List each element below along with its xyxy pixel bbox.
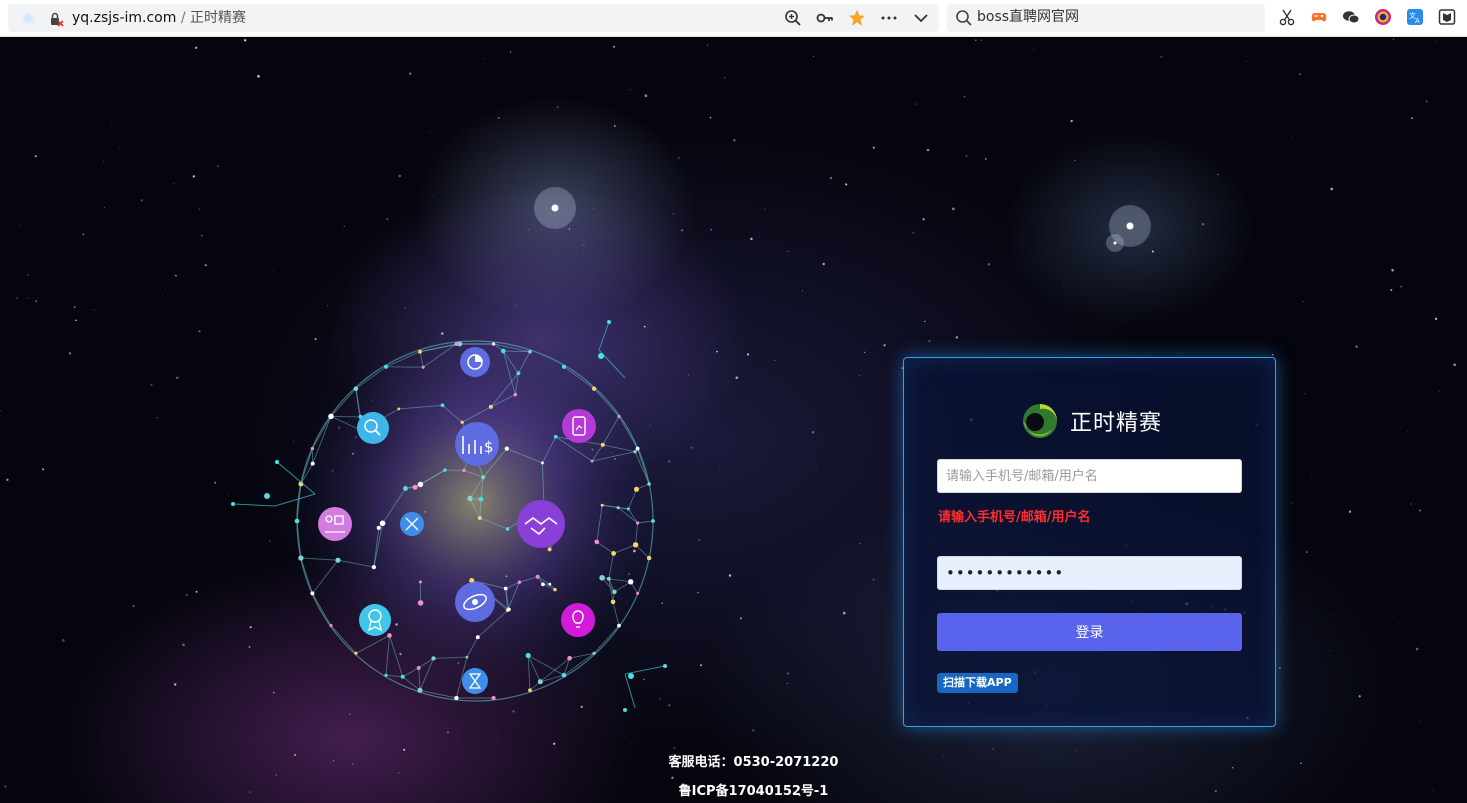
camera-icon[interactable] <box>1374 8 1392 26</box>
svg-text:A: A <box>1415 17 1420 25</box>
hourglass-icon <box>462 668 488 694</box>
mobile-analytics-icon <box>562 409 596 443</box>
game-icon[interactable] <box>1310 8 1328 26</box>
username-error: 请输入手机号/邮箱/用户名 <box>938 510 1091 525</box>
translate-icon[interactable]: 文A <box>1406 8 1424 26</box>
password-input[interactable] <box>937 556 1242 590</box>
star-icon[interactable] <box>847 8 867 28</box>
url-separator: / <box>176 10 191 26</box>
network-globe-illustration: $ <box>231 320 667 712</box>
address-bar[interactable]: yq.zsjs-im.com / 正时精赛 <box>8 4 939 32</box>
search-icon <box>956 10 972 26</box>
download-app-button[interactable]: 扫描下载APP <box>937 673 1018 693</box>
handshake-icon <box>517 500 565 548</box>
url-page-title: 正时精赛 <box>190 10 247 26</box>
globe-arrow-icon <box>455 582 495 622</box>
username-input[interactable] <box>937 459 1242 493</box>
url-domain: yq.zsjs-im.com <box>72 10 177 26</box>
login-button[interactable]: 登录 <box>937 613 1242 651</box>
scissors-icon[interactable] <box>1278 8 1296 26</box>
key-icon[interactable] <box>815 8 835 28</box>
wechat-icon[interactable] <box>1342 8 1360 26</box>
idea-bulb-icon <box>561 603 595 637</box>
brand: 正时精赛 <box>1022 402 1162 440</box>
pie-chart-icon <box>460 347 490 377</box>
svg-text:$: $ <box>484 438 494 456</box>
finance-search-icon <box>357 412 389 444</box>
insecure-lock-icon[interactable] <box>48 11 64 27</box>
revenue-chart-icon: $ <box>455 422 499 466</box>
icp-record[interactable]: 鲁ICP备17040152号-1 <box>0 780 1467 799</box>
brand-logo-icon <box>1023 404 1057 438</box>
url-text[interactable]: yq.zsjs-im.com / 正时精赛 <box>72 9 246 27</box>
browser-toolbar: yq.zsjs-im.com / 正时精赛 文A <box>0 0 1467 37</box>
award-icon <box>359 604 391 636</box>
reader-icon[interactable] <box>1438 8 1456 26</box>
site-info-icon[interactable] <box>22 12 35 25</box>
login-page: $ 正时精赛 请输入手机号/邮箱/用户名 登录 扫描下载APP 客服电话：053… <box>0 38 1467 803</box>
teamwork-icon <box>318 507 352 541</box>
more-icon[interactable] <box>879 8 899 28</box>
login-card: 正时精赛 请输入手机号/邮箱/用户名 登录 扫描下载APP <box>903 357 1276 727</box>
search-box[interactable] <box>947 4 1265 32</box>
service-phone: 客服电话：0530-2071220 <box>668 755 839 770</box>
tools-icon <box>400 512 424 536</box>
zoom-icon[interactable] <box>783 8 803 28</box>
search-input[interactable] <box>977 8 1257 24</box>
brand-name: 正时精赛 <box>1070 411 1163 436</box>
chevron-down-icon[interactable] <box>911 8 931 28</box>
